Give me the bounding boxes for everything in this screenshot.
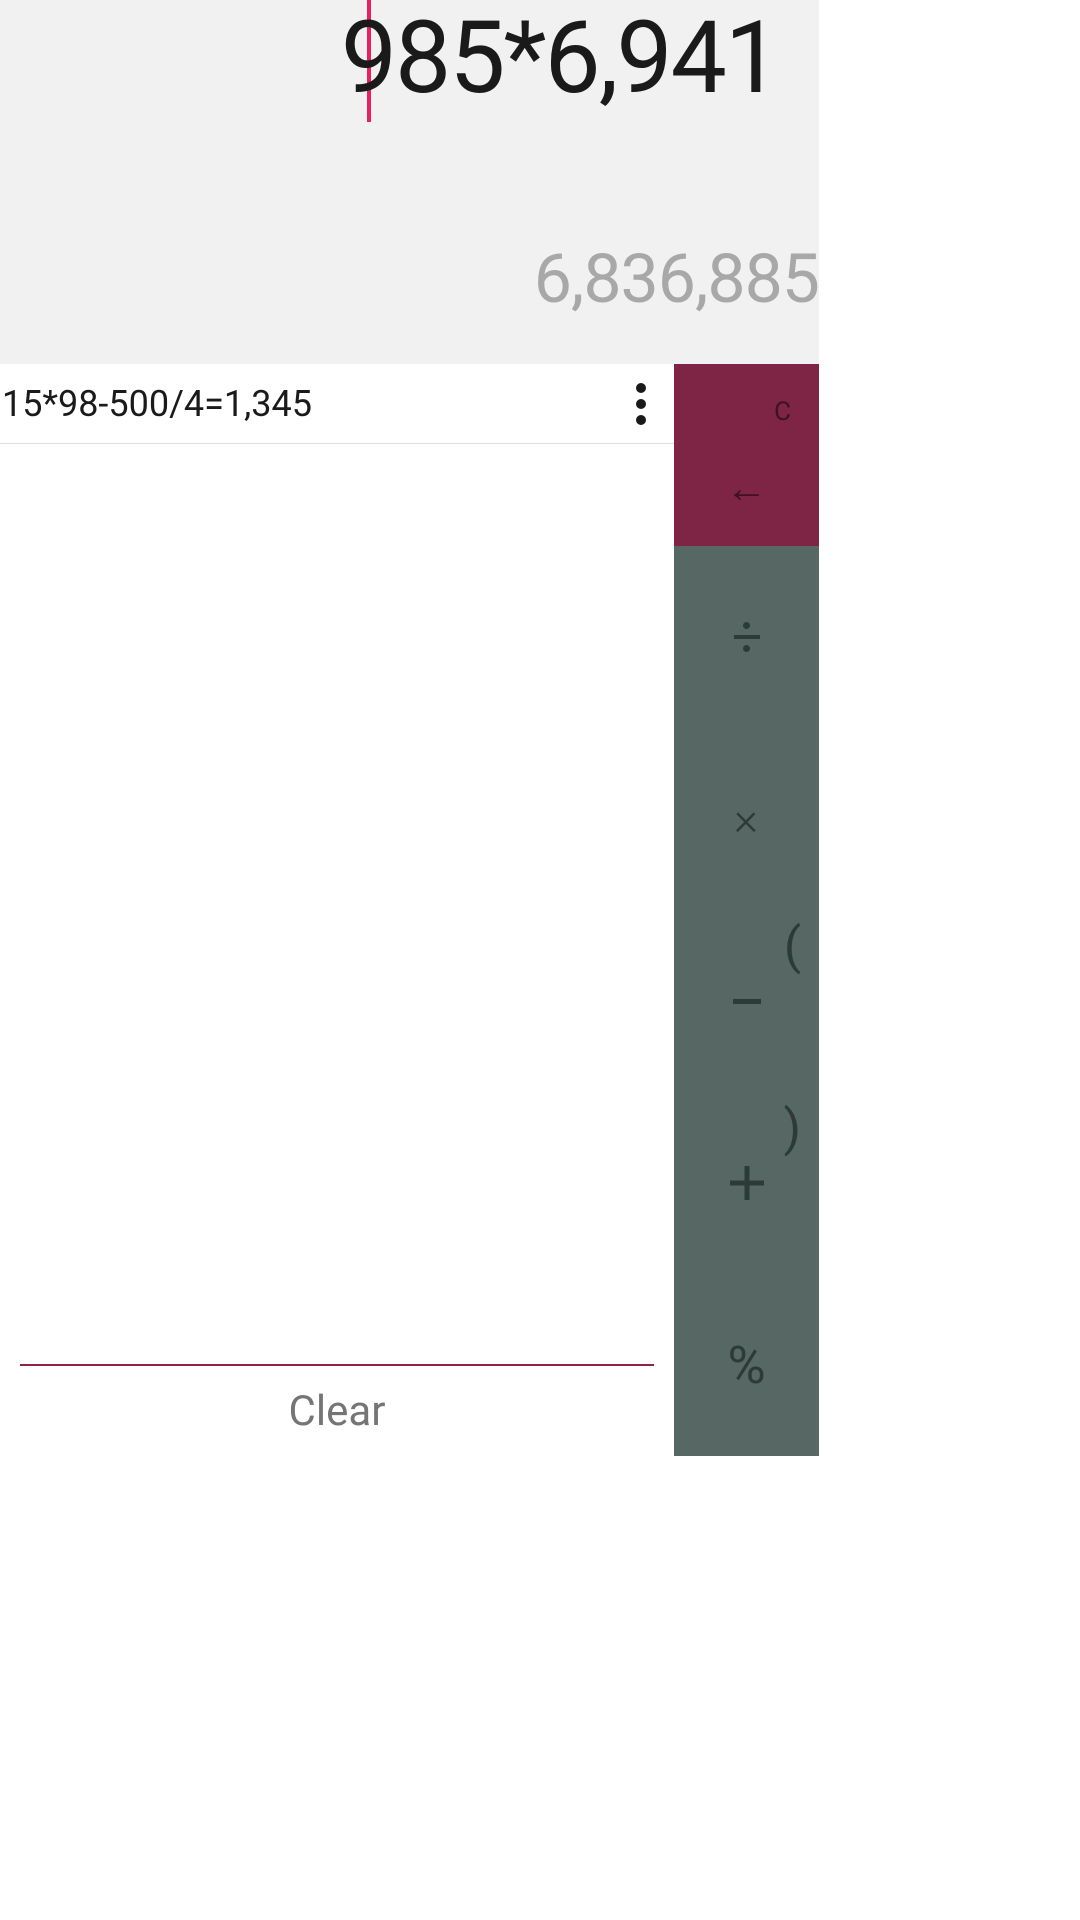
clear-c-button[interactable]: C [774,397,819,427]
paren-open-button[interactable]: ( [784,918,801,976]
percent-icon: % [727,1335,765,1396]
percent-button[interactable]: % [674,1274,819,1456]
operators-column: × % [674,546,819,1456]
plus-icon [730,1166,764,1200]
divide-button[interactable] [674,546,819,728]
history-item[interactable]: 15*98-500/4=1,345 [0,364,674,444]
top-controls: C ← [674,364,819,546]
main-content: 15*98-500/4=1,345 Clear C ← [0,364,819,1456]
divide-icon [734,622,760,652]
backspace-icon[interactable]: ← [726,464,768,513]
clear-history-button[interactable]: Clear [0,1366,674,1456]
expression-text[interactable]: 985*6,941 [341,0,779,117]
multiply-icon: × [734,792,758,846]
history-panel: 15*98-500/4=1,345 Clear [0,364,674,1456]
paren-close-button[interactable]: ) [784,1100,801,1158]
multiply-button[interactable]: × [674,728,819,910]
more-vertical-icon[interactable] [636,383,654,425]
history-empty-area [0,444,674,1364]
operator-panel: C ← × % [674,364,819,1456]
result-text: 6,836,885 [534,239,819,319]
history-item-text: 15*98-500/4=1,345 [2,383,312,425]
minus-icon [733,999,761,1004]
calculator-display: 985*6,941 6,836,885 [0,0,819,364]
